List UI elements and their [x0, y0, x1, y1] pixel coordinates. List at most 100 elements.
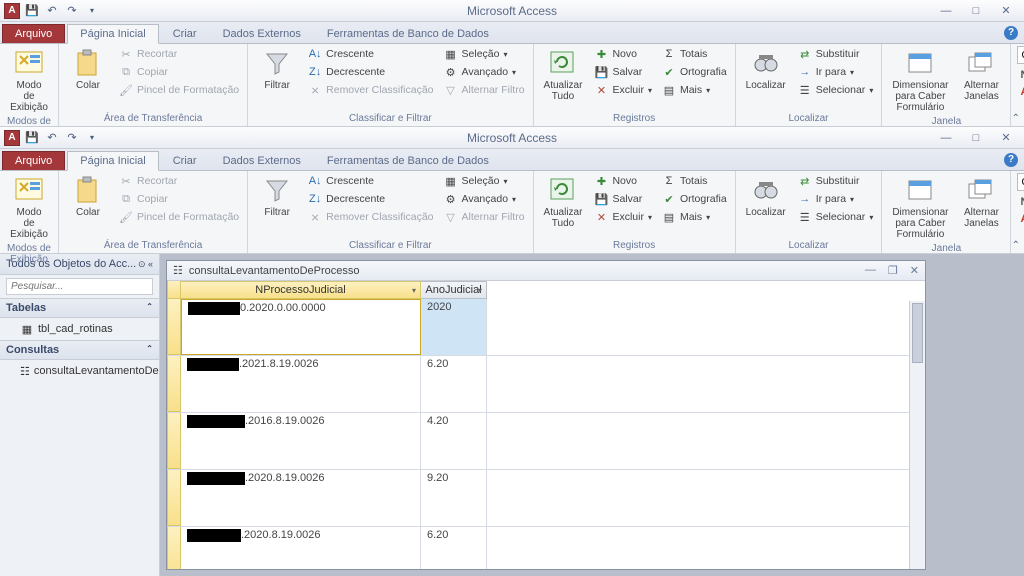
table-row[interactable]: 0.2020.0.00.00002020	[167, 299, 925, 356]
find-button[interactable]: Localizar	[742, 173, 790, 220]
replace-button[interactable]: ⇄Substituir	[796, 173, 876, 189]
help-icon[interactable]: ?	[1004, 26, 1018, 40]
vertical-scrollbar[interactable]	[909, 301, 925, 569]
spelling-button[interactable]: ✔Ortografia	[660, 64, 729, 80]
switch-windows-button[interactable]: Alternar Janelas	[958, 46, 1004, 104]
maximize-icon[interactable]: □	[966, 5, 986, 17]
clear-sort-button[interactable]: ⨯Remover Classificação	[306, 209, 435, 225]
selection-button[interactable]: ▦Seleção ▾	[442, 173, 527, 189]
undo-icon[interactable]: ↶	[44, 3, 60, 19]
qat-dropdown-icon[interactable]: ▾	[84, 130, 100, 146]
row-selector[interactable]	[167, 413, 181, 469]
nav-item-table[interactable]: ▦tbl_cad_rotinas	[0, 318, 159, 340]
refresh-all-button[interactable]: Atualizar Tudo	[540, 46, 587, 104]
cut-button[interactable]: ✂Recortar	[117, 173, 241, 189]
datasheet-titlebar[interactable]: ☷ consultaLevantamentoDeProcesso — ❐ ✕	[167, 261, 925, 281]
save-icon[interactable]: 💾	[24, 130, 40, 146]
sort-desc-button[interactable]: Z↓Decrescente	[306, 191, 435, 207]
table-row[interactable]: .2021.8.19.00266.20	[167, 356, 925, 413]
close-icon[interactable]: ✕	[996, 4, 1016, 17]
more-records-button[interactable]: ▤Mais ▾	[660, 82, 729, 98]
ribbon-collapse-icon[interactable]: ⌃	[1012, 240, 1020, 251]
datasheet-grid[interactable]: NProcessoJudicial▾ AnoJudicial▾ 0.2020.0…	[167, 281, 925, 569]
minimize-icon[interactable]: —	[936, 132, 956, 144]
goto-button[interactable]: →Ir para ▾	[796, 64, 876, 80]
subwin-restore-icon[interactable]: ❐	[888, 264, 898, 277]
toggle-filter-button[interactable]: ▽Alternar Filtro	[442, 82, 527, 98]
subwin-close-icon[interactable]: ✕	[910, 264, 919, 277]
paste-button[interactable]: Colar	[65, 46, 111, 93]
scroll-thumb[interactable]	[912, 303, 923, 363]
clear-sort-button[interactable]: ⨯Remover Classificação	[306, 82, 435, 98]
filter-button[interactable]: Filtrar	[254, 173, 300, 220]
fit-form-button[interactable]: Dimensionar para Caber Formulário	[888, 46, 952, 115]
selection-button[interactable]: ▦Seleção ▾	[442, 46, 527, 62]
more-records-button[interactable]: ▤Mais ▾	[660, 209, 729, 225]
delete-record-button[interactable]: ✕Excluir ▾	[592, 82, 654, 98]
table-row[interactable]: .2020.8.19.00266.20	[167, 527, 925, 569]
spelling-button[interactable]: ✔Ortografia	[660, 191, 729, 207]
fit-form-button[interactable]: Dimensionar para Caber Formulário	[888, 173, 952, 242]
row-selector[interactable]	[167, 470, 181, 526]
copy-button[interactable]: ⧉Copiar	[117, 191, 241, 207]
row-selector[interactable]	[167, 299, 181, 355]
chevron-down-icon[interactable]: ▾	[412, 286, 416, 295]
font-color-icon[interactable]: A	[1017, 86, 1024, 98]
column-header-ano[interactable]: AnoJudicial▾	[421, 281, 487, 299]
cell-nprocesso[interactable]: .2016.8.19.0026	[181, 413, 421, 469]
format-painter-button[interactable]: 🖌Pincel de Formatação	[117, 209, 241, 225]
find-button[interactable]: Localizar	[742, 46, 790, 93]
search-input[interactable]	[6, 278, 153, 295]
cell-ano[interactable]: 9.20	[421, 470, 487, 526]
switch-windows-button[interactable]: Alternar Janelas	[958, 173, 1004, 231]
view-button[interactable]: Modo de Exibição	[6, 173, 52, 242]
nav-group-queries[interactable]: Consultas⌃	[0, 340, 159, 360]
select-button[interactable]: ☰Selecionar ▾	[796, 82, 876, 98]
nav-item-query[interactable]: ☷consultaLevantamentoDeProc...	[0, 360, 159, 382]
redo-icon[interactable]: ↷	[64, 3, 80, 19]
tab-db-tools[interactable]: Ferramentas de Banco de Dados	[315, 25, 501, 43]
qat-dropdown-icon[interactable]: ▾	[84, 3, 100, 19]
sort-desc-button[interactable]: Z↓Decrescente	[306, 64, 435, 80]
help-icon[interactable]: ?	[1004, 153, 1018, 167]
nav-collapse-icon[interactable]: ⊙ «	[138, 259, 153, 270]
advanced-button[interactable]: ⚙Avançado ▾	[442, 64, 527, 80]
sort-asc-button[interactable]: A↓Crescente	[306, 46, 435, 62]
tab-external-data[interactable]: Dados Externos	[211, 25, 313, 43]
totals-button[interactable]: ΣTotais	[660, 173, 729, 189]
advanced-button[interactable]: ⚙Avançado ▾	[442, 191, 527, 207]
font-select[interactable]	[1017, 46, 1024, 64]
cell-ano[interactable]: 6.20	[421, 356, 487, 412]
filter-button[interactable]: Filtrar	[254, 46, 300, 93]
save-icon[interactable]: 💾	[24, 3, 40, 19]
tab-db-tools[interactable]: Ferramentas de Banco de Dados	[315, 152, 501, 170]
ribbon-collapse-icon[interactable]: ⌃	[1012, 113, 1020, 124]
tab-create[interactable]: Criar	[161, 152, 209, 170]
column-header-nprocesso[interactable]: NProcessoJudicial▾	[181, 281, 421, 299]
row-selector[interactable]	[167, 356, 181, 412]
goto-button[interactable]: →Ir para ▾	[796, 191, 876, 207]
undo-icon[interactable]: ↶	[44, 130, 60, 146]
cell-nprocesso[interactable]: .2020.8.19.0026	[181, 470, 421, 526]
format-painter-button[interactable]: 🖌Pincel de Formatação	[117, 82, 241, 98]
row-selector[interactable]	[167, 527, 181, 569]
table-row[interactable]: .2020.8.19.00269.20	[167, 470, 925, 527]
new-record-button[interactable]: ✚Novo	[592, 46, 654, 62]
cell-ano[interactable]: 2020	[421, 299, 487, 355]
save-record-button[interactable]: 💾Salvar	[592, 191, 654, 207]
totals-button[interactable]: ΣTotais	[660, 46, 729, 62]
refresh-all-button[interactable]: Atualizar Tudo	[540, 173, 587, 231]
cell-nprocesso[interactable]: .2020.8.19.0026	[181, 527, 421, 569]
tab-home[interactable]: Página Inicial	[67, 151, 158, 171]
minimize-icon[interactable]: —	[936, 5, 956, 17]
tab-create[interactable]: Criar	[161, 25, 209, 43]
tab-file[interactable]: Arquivo	[2, 24, 65, 43]
chevron-down-icon[interactable]: ▾	[478, 286, 482, 295]
bold-icon[interactable]: N	[1017, 69, 1024, 81]
maximize-icon[interactable]: □	[966, 132, 986, 144]
nav-group-tables[interactable]: Tabelas⌃	[0, 298, 159, 318]
paste-button[interactable]: Colar	[65, 173, 111, 220]
copy-button[interactable]: ⧉Copiar	[117, 64, 241, 80]
replace-button[interactable]: ⇄Substituir	[796, 46, 876, 62]
font-select[interactable]	[1017, 173, 1024, 191]
